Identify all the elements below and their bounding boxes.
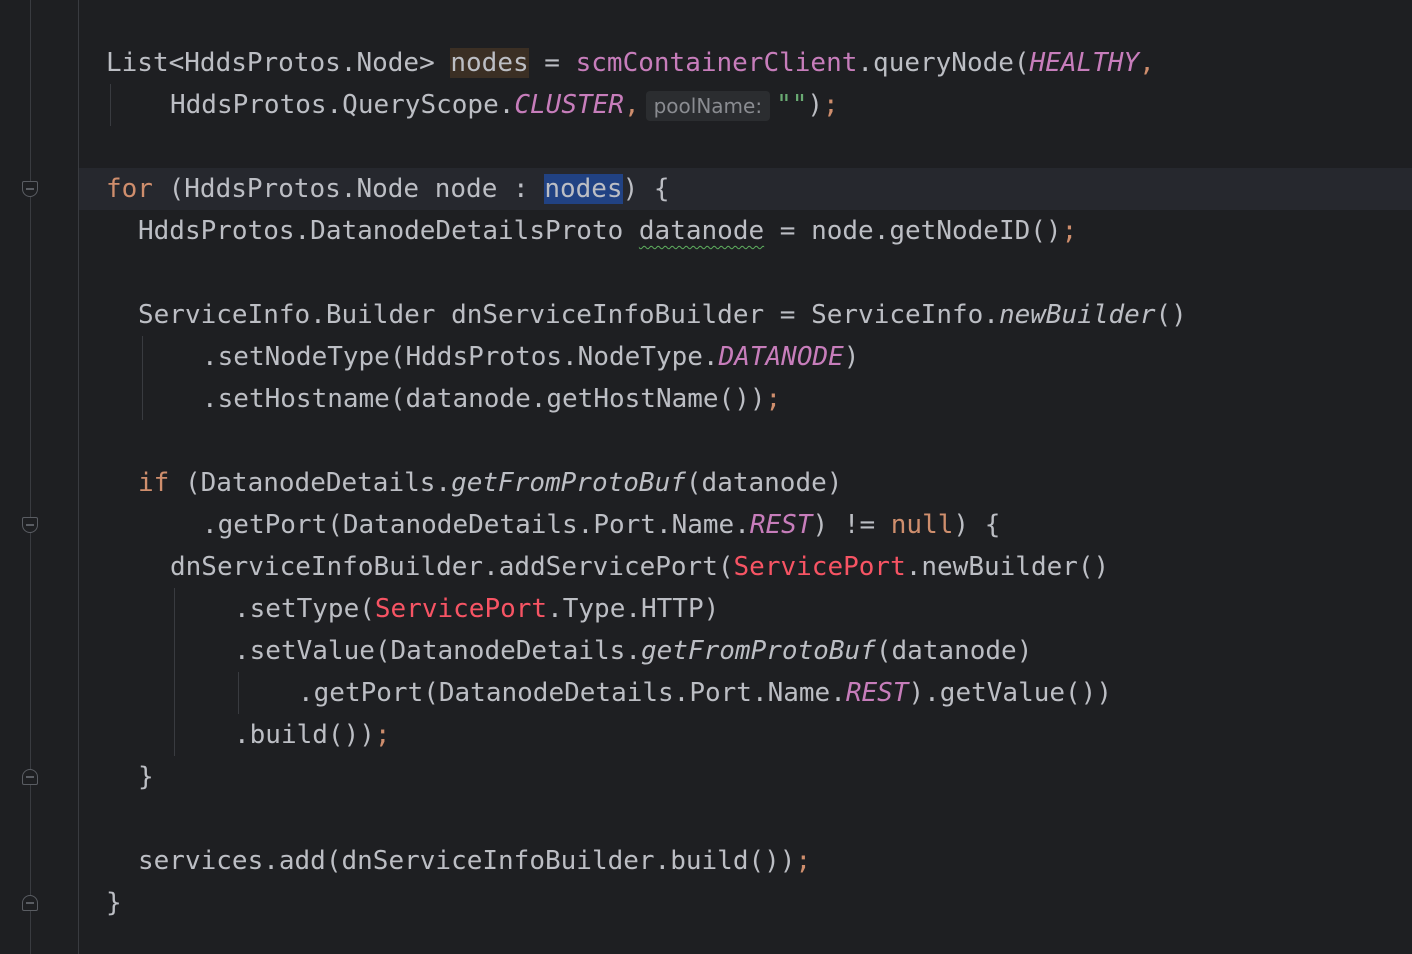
code-token: .build()) <box>234 720 375 750</box>
punct-token: ; <box>795 846 812 876</box>
code-token: List<HddsProtos.Node> <box>106 48 451 78</box>
code-line-10[interactable]: dnServiceInfoBuilder.addServicePort(Serv… <box>170 546 1109 588</box>
keyword-token: null <box>890 510 954 540</box>
code-line-16[interactable]: services.add(dnServiceInfoBuilder.build(… <box>138 840 811 882</box>
static-method-token: newBuilder <box>998 300 1156 330</box>
punct-token: ; <box>765 384 782 414</box>
code-line-9[interactable]: .getPort(DatanodeDetails.Port.Name.REST)… <box>202 504 1000 546</box>
code-token: .setNodeType(HddsProtos.NodeType. <box>202 342 719 372</box>
selected-text: nodes <box>544 174 623 204</box>
code-token: ) { <box>953 510 1001 540</box>
code-token: HddsProtos.DatanodeDetailsProto <box>138 216 639 246</box>
keyword-token: for <box>106 174 153 204</box>
fold-end-icon[interactable] <box>22 769 38 785</box>
static-field-token: CLUSTER <box>514 90 624 120</box>
warning-underline: datanode <box>638 216 765 246</box>
code-line-7[interactable]: .setHostname(datanode.getHostName()); <box>202 378 781 420</box>
static-field-token: DATANODE <box>718 342 844 372</box>
code-token: .setType( <box>234 594 375 624</box>
code-line-2[interactable]: HddsProtos.QueryScope.CLUSTER, poolName: "… <box>170 84 839 126</box>
code-token: ).getValue()) <box>908 678 1113 708</box>
code-line-8[interactable]: if (DatanodeDetails.getFromProtoBuf(data… <box>138 462 842 504</box>
indent-guide <box>142 336 143 420</box>
code-token: = <box>528 48 576 78</box>
code-token: .newBuilder() <box>905 552 1110 582</box>
keyword-token: if <box>138 468 170 498</box>
code-line-11[interactable]: .setType(ServicePort.Type.HTTP) <box>234 588 719 630</box>
code-token: ) != <box>812 510 891 540</box>
static-field-token: REST <box>749 510 813 540</box>
unresolved-symbol: ServicePort <box>374 594 548 624</box>
parameter-hint: poolName: <box>645 91 771 121</box>
code-line-4[interactable]: HddsProtos.DatanodeDetailsProto datanode… <box>138 210 1077 252</box>
static-field-token: HEALTHY <box>1029 48 1140 78</box>
code-line-6[interactable]: .setNodeType(HddsProtos.NodeType.DATANOD… <box>202 336 859 378</box>
fold-end-icon[interactable] <box>22 895 38 911</box>
fold-collapse-icon[interactable] <box>22 181 38 197</box>
indent-guide <box>238 672 239 714</box>
indent-guide <box>174 588 175 756</box>
field-token: scmContainerClient <box>575 48 858 78</box>
code-token: () <box>1155 300 1187 330</box>
unresolved-symbol: ServicePort <box>733 552 906 582</box>
code-token: ) { <box>622 174 670 204</box>
code-line-1[interactable]: List<HddsProtos.Node> nodes = scmContain… <box>106 42 1155 84</box>
punct-token: , <box>623 90 640 120</box>
gutter-border <box>78 0 79 954</box>
code-token: HddsProtos.QueryScope. <box>170 90 515 120</box>
code-token: (HddsProtos.Node node : <box>152 174 545 204</box>
code-line-5[interactable]: ServiceInfo.Builder dnServiceInfoBuilder… <box>138 294 1187 336</box>
punct-token: ; <box>823 90 839 120</box>
code-token: (datanode) <box>875 636 1033 666</box>
code-token: = node.getNodeID() <box>764 216 1062 246</box>
code-line-3[interactable]: for (HddsProtos.Node node : nodes) { <box>106 168 670 210</box>
code-line-14[interactable]: .build()); <box>234 714 391 756</box>
fold-collapse-icon[interactable] <box>22 517 38 533</box>
string-token: "" <box>776 90 808 120</box>
code-token: ServiceInfo.Builder dnServiceInfoBuilder… <box>138 300 999 330</box>
variable-nodes-highlight: nodes <box>450 48 529 78</box>
indent-guide <box>110 84 111 126</box>
code-token: .Type.HTTP) <box>547 594 720 624</box>
code-token: (datanode) <box>685 468 843 498</box>
punct-token: ; <box>374 720 391 750</box>
code-token: .setHostname(datanode.getHostName()) <box>202 384 766 414</box>
code-line-12[interactable]: .setValue(DatanodeDetails.getFromProtoBu… <box>234 630 1032 672</box>
code-editor[interactable]: List<HddsProtos.Node> nodes = scmContain… <box>0 0 1412 954</box>
code-token: .setValue(DatanodeDetails. <box>234 636 641 666</box>
code-token: .getPort(DatanodeDetails.Port.Name. <box>202 510 750 540</box>
static-field-token: REST <box>845 678 909 708</box>
punct-token: , <box>1139 48 1155 78</box>
code-line-15[interactable]: } <box>138 756 154 798</box>
code-token: ) <box>843 342 860 372</box>
static-method-token: getFromProtoBuf <box>451 468 686 498</box>
code-line-13[interactable]: .getPort(DatanodeDetails.Port.Name.REST)… <box>298 672 1112 714</box>
code-token: dnServiceInfoBuilder.addServicePort( <box>170 552 734 582</box>
code-token: .queryNode( <box>857 48 1030 78</box>
code-token: (DatanodeDetails. <box>169 468 452 498</box>
code-token: .getPort(DatanodeDetails.Port.Name. <box>298 678 846 708</box>
code-line-17[interactable]: } <box>106 882 122 924</box>
punct-token: ; <box>1061 216 1078 246</box>
editor-gutter <box>0 0 78 954</box>
gutter-line <box>30 0 31 954</box>
code-token: } <box>138 762 154 792</box>
code-token: ) <box>807 90 824 120</box>
code-token: } <box>106 888 122 918</box>
code-token: services.add(dnServiceInfoBuilder.build(… <box>138 846 796 876</box>
static-method-token: getFromProtoBuf <box>641 636 876 666</box>
